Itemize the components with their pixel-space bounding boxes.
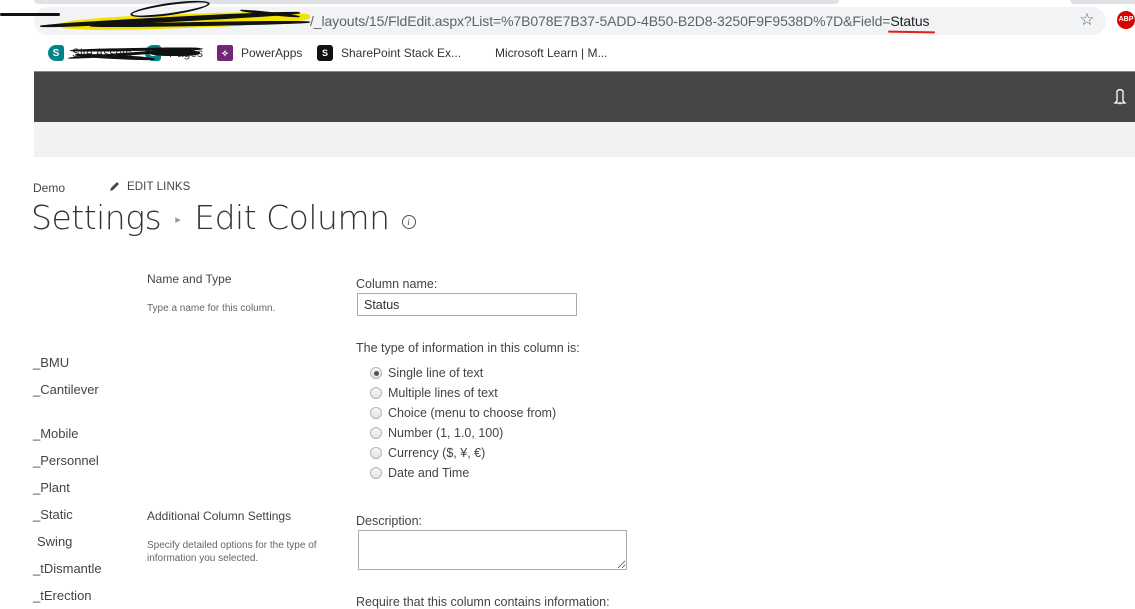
radio-label: Number (1, 1.0, 100) — [388, 426, 504, 440]
left-nav-item[interactable]: _BMU — [33, 355, 69, 370]
page-title-text: Edit Column — [194, 198, 390, 237]
browser-tab[interactable] — [34, 0, 839, 4]
radio-label: Choice (menu to choose from) — [388, 406, 557, 420]
radio-button[interactable] — [370, 427, 382, 439]
radio-label: Single line of text — [388, 366, 484, 380]
powerapps-icon: ⟡ — [217, 45, 233, 61]
breadcrumb-separator-icon: ▸ — [175, 213, 181, 226]
ribbon-bar — [34, 122, 1135, 157]
column-name-input[interactable] — [357, 293, 577, 316]
bookmark-powerapps[interactable]: ⟡ PowerApps — [217, 45, 302, 61]
left-nav-item[interactable]: _tDismantle — [33, 561, 102, 576]
description-label: Description: — [356, 514, 422, 528]
radio-number[interactable]: Number (1, 1.0, 100) — [370, 423, 556, 443]
left-nav-item[interactable]: _Static — [33, 507, 73, 522]
additional-settings-section-description: Specify detailed options for the type of… — [147, 540, 317, 564]
radio-single-line-of-text[interactable]: Single line of text — [370, 363, 556, 383]
name-type-section-title: Name and Type — [147, 272, 232, 286]
radio-label: Multiple lines of text — [388, 386, 498, 400]
left-nav-item[interactable]: _Personnel — [33, 453, 99, 468]
page-title: Settings ▸ Edit Column i — [31, 198, 416, 237]
name-type-section-description: Type a name for this column. — [147, 303, 276, 314]
sharepoint-icon: S — [48, 45, 64, 61]
breadcrumb-settings[interactable]: Settings — [31, 198, 162, 237]
radio-label: Date and Time — [388, 466, 470, 480]
stackexchange-icon: S — [317, 45, 333, 61]
edit-links-button[interactable]: EDIT LINKS — [108, 181, 190, 193]
radio-button[interactable] — [370, 407, 382, 419]
radio-button[interactable] — [370, 467, 382, 479]
left-nav-item[interactable]: _Plant — [33, 480, 70, 495]
edit-links-label: EDIT LINKS — [127, 181, 191, 193]
left-nav-item[interactable]: _tErection — [33, 588, 92, 603]
left-nav-item[interactable]: _Mobile — [33, 426, 79, 441]
bookmark-microsoft-learn[interactable]: Microsoft Learn | M... — [471, 45, 607, 61]
column-type-radio-group: Single line of text Multiple lines of te… — [370, 363, 556, 483]
bookmarks-bar: S Site Assets S Pages ⟡ PowerApps S Shar… — [0, 40, 1135, 66]
radio-label: Currency ($, ¥, €) — [388, 446, 486, 460]
info-icon[interactable]: i — [401, 214, 416, 229]
suite-bar — [34, 71, 1135, 122]
radio-button[interactable] — [370, 367, 382, 379]
url-field-value: Status — [890, 13, 930, 29]
url-text[interactable]: /_layouts/15/FldEdit.aspx?List=%7B078E7B… — [310, 13, 930, 29]
adblock-extension-icon[interactable]: ABP — [1117, 11, 1135, 29]
bookmark-label: SharePoint Stack Ex... — [341, 46, 462, 60]
pencil-icon — [110, 182, 119, 191]
description-textarea[interactable] — [358, 530, 627, 570]
browser-tab[interactable] — [1070, 0, 1135, 4]
column-type-label: The type of information in this column i… — [356, 341, 580, 355]
bookmark-label: PowerApps — [241, 46, 303, 60]
url-path: /_layouts/15/FldEdit.aspx?List=%7B078E7B… — [310, 13, 891, 29]
radio-multiple-lines-of-text[interactable]: Multiple lines of text — [370, 383, 556, 403]
bookmark-label: Microsoft Learn | M... — [495, 46, 608, 60]
microsoft-icon — [471, 45, 487, 61]
radio-button[interactable] — [370, 447, 382, 459]
radio-button[interactable] — [370, 387, 382, 399]
site-link[interactable]: Demo — [33, 181, 65, 195]
left-nav-item[interactable]: Swing — [37, 534, 72, 549]
radio-currency[interactable]: Currency ($, ¥, €) — [370, 443, 556, 463]
radio-choice[interactable]: Choice (menu to choose from) — [370, 403, 556, 423]
column-name-label: Column name: — [356, 277, 438, 291]
bell-icon[interactable] — [1113, 88, 1127, 106]
additional-settings-section-title: Additional Column Settings — [147, 509, 292, 523]
bookmark-sharepoint-stack-exchange[interactable]: S SharePoint Stack Ex... — [317, 45, 461, 61]
radio-date-and-time[interactable]: Date and Time — [370, 463, 556, 483]
left-nav-item[interactable]: _Cantilever — [33, 382, 99, 397]
bookmark-star-icon[interactable]: ☆ — [1078, 11, 1096, 29]
